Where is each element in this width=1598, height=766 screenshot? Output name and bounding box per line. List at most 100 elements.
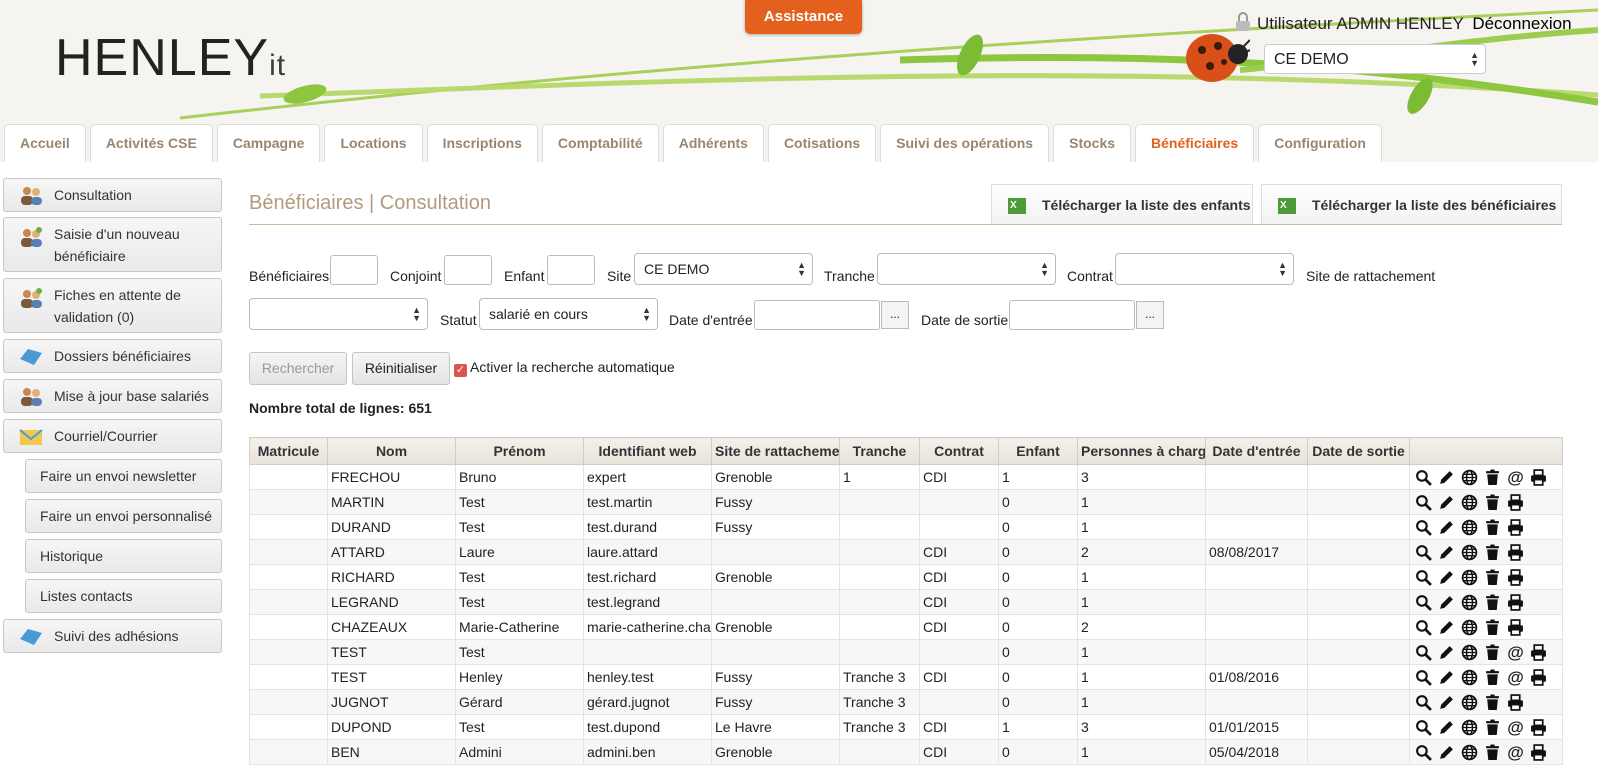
tab-inscriptions[interactable]: Inscriptions — [426, 124, 538, 162]
edit-icon[interactable] — [1438, 619, 1455, 636]
tab-configuration[interactable]: Configuration — [1258, 124, 1382, 162]
date-entree-input[interactable] — [754, 300, 880, 330]
delete-icon[interactable] — [1484, 694, 1501, 711]
delete-icon[interactable] — [1484, 744, 1501, 761]
search-button[interactable]: Rechercher — [249, 352, 347, 385]
assistance-button[interactable]: Assistance — [745, 0, 862, 34]
tab-adherents[interactable]: Adhérents — [662, 124, 764, 162]
date-entree-picker-button[interactable]: ... — [881, 301, 909, 329]
table-row[interactable]: DUPOND Test test.dupond Le Havre Tranche 3 CD… — [249, 714, 1563, 740]
web-access-icon[interactable] — [1461, 594, 1478, 611]
print-icon[interactable] — [1507, 518, 1524, 536]
sidebar-item-new-beneficiary[interactable]: Saisie d'un nouveau bénéficiaire — [3, 217, 222, 272]
print-icon[interactable] — [1530, 643, 1547, 661]
web-access-icon[interactable] — [1461, 469, 1478, 486]
tab-beneficiaires[interactable]: Bénéficiaires — [1135, 124, 1255, 162]
delete-icon[interactable] — [1484, 594, 1501, 611]
delete-icon[interactable] — [1484, 544, 1501, 561]
email-icon[interactable]: @ — [1507, 469, 1524, 486]
print-icon[interactable] — [1530, 743, 1547, 761]
edit-icon[interactable] — [1438, 744, 1455, 761]
edit-icon[interactable] — [1438, 594, 1455, 611]
edit-icon[interactable] — [1438, 694, 1455, 711]
delete-icon[interactable] — [1484, 619, 1501, 636]
col-prenom[interactable]: Prénom — [455, 437, 584, 465]
view-icon[interactable] — [1415, 644, 1432, 661]
view-icon[interactable] — [1415, 694, 1432, 711]
sidebar-item-history[interactable]: Historique — [25, 539, 222, 573]
col-identifiant-web[interactable]: Identifiant web — [583, 437, 712, 465]
reset-button[interactable]: Réinitialiser — [352, 352, 450, 385]
download-children-button[interactable]: X Télécharger la liste des enfants — [991, 184, 1253, 224]
col-date-entree[interactable]: Date d'entrée — [1205, 437, 1308, 465]
sidebar-item-custom-mailing[interactable]: Faire un envoi personnalisé — [25, 499, 222, 533]
web-access-icon[interactable] — [1461, 719, 1478, 736]
henley-logo[interactable]: HENLEYit — [55, 28, 286, 88]
web-access-icon[interactable] — [1461, 744, 1478, 761]
table-row[interactable]: DURAND Test test.durand Fussy 0 1 — [249, 514, 1563, 540]
print-icon[interactable] — [1507, 593, 1524, 611]
web-access-icon[interactable] — [1461, 619, 1478, 636]
col-matricule[interactable]: Matricule — [249, 437, 328, 465]
edit-icon[interactable] — [1438, 669, 1455, 686]
edit-icon[interactable] — [1438, 519, 1455, 536]
web-access-icon[interactable] — [1461, 519, 1478, 536]
table-row[interactable]: ATTARD Laure laure.attard CDI 0 2 08/08/2017 — [249, 539, 1563, 565]
enfant-input[interactable] — [547, 255, 595, 285]
tab-comptabilite[interactable]: Comptabilité — [541, 124, 659, 162]
auto-search-checkbox[interactable]: ✓ — [454, 364, 467, 377]
delete-icon[interactable] — [1484, 494, 1501, 511]
table-row[interactable]: FRECHOU Bruno expert Grenoble 1 CDI 1 3 @ — [249, 464, 1563, 490]
site-rattachement-select[interactable]: ▲ ▼ — [249, 298, 428, 330]
tab-accueil[interactable]: Accueil — [4, 124, 86, 162]
sidebar-item-newsletter[interactable]: Faire un envoi newsletter — [25, 459, 222, 493]
col-personnes-charge[interactable]: Personnes à charg — [1077, 437, 1206, 465]
site-select[interactable]: CE DEMO ▲ ▼ — [634, 253, 813, 285]
email-icon[interactable]: @ — [1507, 644, 1524, 661]
table-row[interactable]: BEN Admini admini.ben Grenoble CDI 0 1 05/04/20… — [249, 739, 1563, 765]
table-row[interactable]: TEST Test 0 1 @ — [249, 639, 1563, 665]
delete-icon[interactable] — [1484, 644, 1501, 661]
col-site-rattachement[interactable]: Site de rattacheme — [711, 437, 840, 465]
delete-icon[interactable] — [1484, 469, 1501, 486]
email-icon[interactable]: @ — [1507, 719, 1524, 736]
web-access-icon[interactable] — [1461, 544, 1478, 561]
print-icon[interactable] — [1507, 618, 1524, 636]
table-row[interactable]: MARTIN Test test.martin Fussy 0 1 — [249, 489, 1563, 515]
view-icon[interactable] — [1415, 719, 1432, 736]
table-row[interactable]: CHAZEAUX Marie-Catherine marie-catherine.c… — [249, 614, 1563, 640]
delete-icon[interactable] — [1484, 519, 1501, 536]
sidebar-item-pending-validation[interactable]: Fiches en attente de validation (0) — [3, 278, 222, 333]
view-icon[interactable] — [1415, 544, 1432, 561]
print-icon[interactable] — [1507, 568, 1524, 586]
table-row[interactable]: TEST Henley henley.test Fussy Tranche 3 CDI 0 1… — [249, 664, 1563, 690]
sidebar-item-dossiers[interactable]: Dossiers bénéficiaires — [3, 339, 222, 373]
col-enfant[interactable]: Enfant — [998, 437, 1078, 465]
view-icon[interactable] — [1415, 594, 1432, 611]
print-icon[interactable] — [1530, 718, 1547, 736]
print-icon[interactable] — [1507, 493, 1524, 511]
col-nom[interactable]: Nom — [327, 437, 456, 465]
view-icon[interactable] — [1415, 744, 1432, 761]
print-icon[interactable] — [1530, 468, 1547, 486]
view-icon[interactable] — [1415, 569, 1432, 586]
sidebar-item-courriel[interactable]: Courriel/Courrier — [3, 419, 222, 453]
view-icon[interactable] — [1415, 619, 1432, 636]
statut-select[interactable]: salarié en cours ▲ ▼ — [479, 298, 658, 330]
col-tranche[interactable]: Tranche — [839, 437, 920, 465]
conjoint-input[interactable] — [444, 255, 492, 285]
delete-icon[interactable] — [1484, 669, 1501, 686]
view-icon[interactable] — [1415, 494, 1432, 511]
table-row[interactable]: RICHARD Test test.richard Grenoble CDI 0 1 — [249, 564, 1563, 590]
date-sortie-picker-button[interactable]: ... — [1136, 301, 1164, 329]
tab-cotisations[interactable]: Cotisations — [767, 124, 877, 162]
col-date-sortie[interactable]: Date de sortie — [1307, 437, 1410, 465]
sidebar-item-membership-tracking[interactable]: Suivi des adhésions — [3, 619, 222, 653]
table-row[interactable]: JUGNOT Gérard gérard.jugnot Fussy Tranche 3 0… — [249, 689, 1563, 715]
beneficiaires-input[interactable] — [330, 255, 378, 285]
tab-campagne[interactable]: Campagne — [216, 124, 321, 162]
print-icon[interactable] — [1530, 668, 1547, 686]
edit-icon[interactable] — [1438, 494, 1455, 511]
site-selector[interactable]: CE DEMO ▲ ▼ — [1264, 44, 1486, 74]
date-sortie-input[interactable] — [1009, 300, 1135, 330]
